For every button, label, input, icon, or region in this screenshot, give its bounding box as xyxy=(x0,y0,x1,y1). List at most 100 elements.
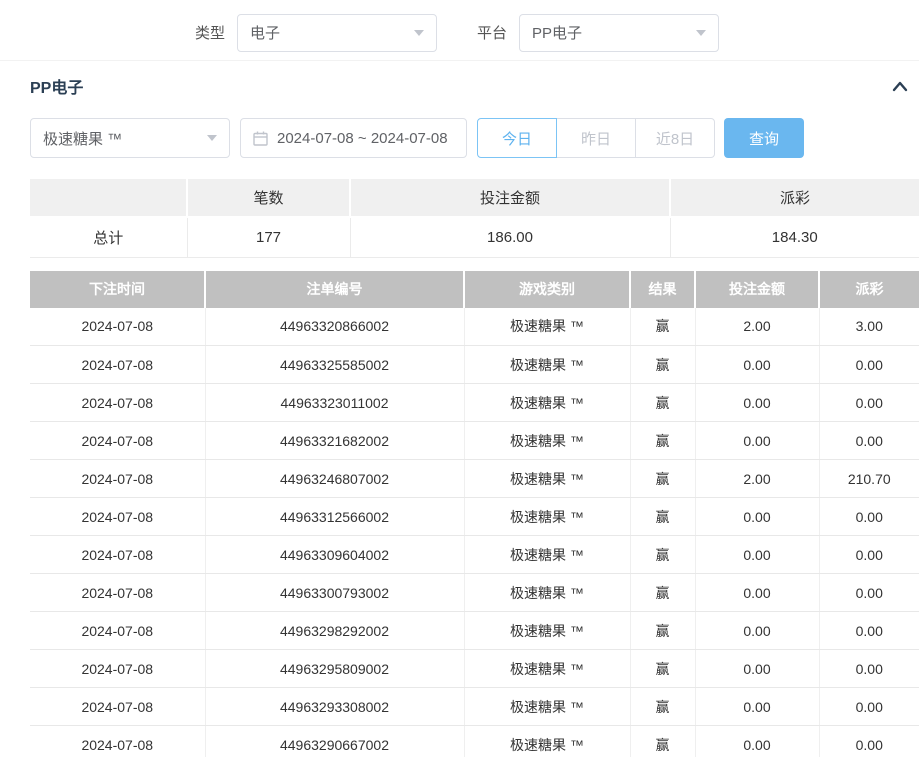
bet-id-cell: 44963298292002 xyxy=(205,612,464,650)
game-category-cell: 极速糖果 ™ xyxy=(464,498,630,536)
bet-amount-cell: 0.00 xyxy=(695,650,819,688)
game-category-cell: 极速糖果 ™ xyxy=(464,308,630,346)
game-category-cell: 极速糖果 ™ xyxy=(464,384,630,422)
summary-total-count: 177 xyxy=(187,217,350,257)
section-title: PP电子 xyxy=(30,74,83,98)
table-row: 2024-07-08 44963325585002 极速糖果 ™ 赢 0.00 … xyxy=(30,346,919,384)
bet-id-cell: 44963295809002 xyxy=(205,650,464,688)
bet-amount-cell: 2.00 xyxy=(695,460,819,498)
bet-id-cell: 44963323011002 xyxy=(205,384,464,422)
game-category-cell: 极速糖果 ™ xyxy=(464,460,630,498)
bet-time-cell: 2024-07-08 xyxy=(30,536,205,574)
chevron-down-icon xyxy=(696,30,706,36)
payout-cell: 0.00 xyxy=(819,688,919,726)
date-range-value: 2024-07-08 ~ 2024-07-08 xyxy=(277,130,448,147)
filter-row: 极速糖果 ™ 2024-07-08 ~ 2024-07-08 今日 昨日 近8日… xyxy=(30,118,919,158)
game-category-cell: 极速糖果 ™ xyxy=(464,612,630,650)
game-category-cell: 极速糖果 ™ xyxy=(464,346,630,384)
summary-header-empty xyxy=(30,179,187,217)
today-button[interactable]: 今日 xyxy=(477,118,557,158)
bet-id-cell: 44963246807002 xyxy=(205,460,464,498)
last-8-days-button[interactable]: 近8日 xyxy=(635,118,715,158)
bet-time-cell: 2024-07-08 xyxy=(30,612,205,650)
payout-cell: 0.00 xyxy=(819,650,919,688)
header-bet-amount: 投注金额 xyxy=(695,271,819,308)
header-payout: 派彩 xyxy=(819,271,919,308)
result-cell: 赢 xyxy=(630,726,695,757)
bet-amount-cell: 0.00 xyxy=(695,726,819,757)
bet-amount-cell: 2.00 xyxy=(695,308,819,346)
chevron-down-icon xyxy=(207,135,217,141)
bet-time-cell: 2024-07-08 xyxy=(30,422,205,460)
payout-cell: 0.00 xyxy=(819,384,919,422)
bet-time-cell: 2024-07-08 xyxy=(30,384,205,422)
date-range-picker[interactable]: 2024-07-08 ~ 2024-07-08 xyxy=(240,118,467,158)
bet-amount-cell: 0.00 xyxy=(695,612,819,650)
table-row: 2024-07-08 44963321682002 极速糖果 ™ 赢 0.00 … xyxy=(30,422,919,460)
header-result: 结果 xyxy=(630,271,695,308)
summary-header-count: 笔数 xyxy=(187,179,350,217)
bet-amount-cell: 0.00 xyxy=(695,422,819,460)
table-row: 2024-07-08 44963298292002 极速糖果 ™ 赢 0.00 … xyxy=(30,612,919,650)
result-cell: 赢 xyxy=(630,498,695,536)
quick-date-button-group: 今日 昨日 近8日 xyxy=(477,118,715,158)
payout-cell: 0.00 xyxy=(819,726,919,757)
records-table: 下注时间 注单编号 游戏类别 结果 投注金额 派彩 2024-07-08 449… xyxy=(30,271,919,757)
bet-id-cell: 44963320866002 xyxy=(205,308,464,346)
game-category-cell: 极速糖果 ™ xyxy=(464,574,630,612)
payout-cell: 0.00 xyxy=(819,536,919,574)
platform-select-value: PP电子 xyxy=(532,22,582,43)
payout-cell: 3.00 xyxy=(819,308,919,346)
chevron-down-icon xyxy=(414,30,424,36)
header-game-category: 游戏类别 xyxy=(464,271,630,308)
type-select-value: 电子 xyxy=(250,22,280,43)
summary-table: 笔数 投注金额 派彩 总计 177 186.00 184.30 xyxy=(30,179,919,258)
result-cell: 赢 xyxy=(630,612,695,650)
result-cell: 赢 xyxy=(630,574,695,612)
header-bet-id: 注单编号 xyxy=(205,271,464,308)
platform-select[interactable]: PP电子 xyxy=(519,14,719,52)
summary-total-row: 总计 177 186.00 184.30 xyxy=(30,217,919,257)
game-select[interactable]: 极速糖果 ™ xyxy=(30,118,230,158)
bet-id-cell: 44963312566002 xyxy=(205,498,464,536)
bet-time-cell: 2024-07-08 xyxy=(30,308,205,346)
table-row: 2024-07-08 44963309604002 极速糖果 ™ 赢 0.00 … xyxy=(30,536,919,574)
result-cell: 赢 xyxy=(630,536,695,574)
table-row: 2024-07-08 44963300793002 极速糖果 ™ 赢 0.00 … xyxy=(30,574,919,612)
result-cell: 赢 xyxy=(630,384,695,422)
chevron-up-icon[interactable] xyxy=(891,79,909,93)
table-row: 2024-07-08 44963293308002 极速糖果 ™ 赢 0.00 … xyxy=(30,688,919,726)
search-button[interactable]: 查询 xyxy=(724,118,804,158)
bet-id-cell: 44963290667002 xyxy=(205,726,464,757)
bet-amount-cell: 0.00 xyxy=(695,536,819,574)
summary-header-bet-amount: 投注金额 xyxy=(350,179,670,217)
bet-time-cell: 2024-07-08 xyxy=(30,498,205,536)
top-filter-bar: 类型 电子 平台 PP电子 xyxy=(0,0,919,61)
bet-id-cell: 44963325585002 xyxy=(205,346,464,384)
yesterday-button[interactable]: 昨日 xyxy=(556,118,636,158)
bet-id-cell: 44963309604002 xyxy=(205,536,464,574)
bet-time-cell: 2024-07-08 xyxy=(30,346,205,384)
payout-cell: 0.00 xyxy=(819,612,919,650)
game-category-cell: 极速糖果 ™ xyxy=(464,726,630,757)
game-category-cell: 极速糖果 ™ xyxy=(464,650,630,688)
bet-amount-cell: 0.00 xyxy=(695,688,819,726)
type-select[interactable]: 电子 xyxy=(237,14,437,52)
summary-total-label: 总计 xyxy=(30,217,187,257)
result-cell: 赢 xyxy=(630,688,695,726)
table-row: 2024-07-08 44963323011002 极速糖果 ™ 赢 0.00 … xyxy=(30,384,919,422)
table-row: 2024-07-08 44963312566002 极速糖果 ™ 赢 0.00 … xyxy=(30,498,919,536)
table-row: 2024-07-08 44963320866002 极速糖果 ™ 赢 2.00 … xyxy=(30,308,919,346)
records-header-row: 下注时间 注单编号 游戏类别 结果 投注金额 派彩 xyxy=(30,271,919,308)
result-cell: 赢 xyxy=(630,346,695,384)
payout-cell: 0.00 xyxy=(819,346,919,384)
header-bet-time: 下注时间 xyxy=(30,271,205,308)
summary-total-bet-amount: 186.00 xyxy=(350,217,670,257)
result-cell: 赢 xyxy=(630,422,695,460)
bet-amount-cell: 0.00 xyxy=(695,574,819,612)
summary-header-row: 笔数 投注金额 派彩 xyxy=(30,179,919,217)
table-row: 2024-07-08 44963295809002 极速糖果 ™ 赢 0.00 … xyxy=(30,650,919,688)
table-row: 2024-07-08 44963290667002 极速糖果 ™ 赢 0.00 … xyxy=(30,726,919,757)
result-cell: 赢 xyxy=(630,460,695,498)
bet-time-cell: 2024-07-08 xyxy=(30,650,205,688)
